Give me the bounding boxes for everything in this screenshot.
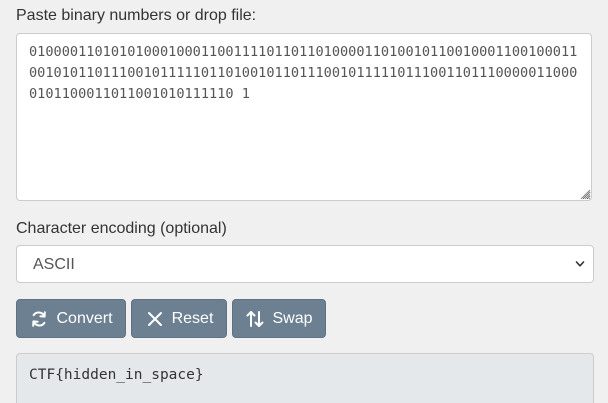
binary-input-label: Paste binary numbers or drop file: <box>16 7 257 24</box>
encoding-select[interactable]: ASCII <box>16 245 594 283</box>
reset-button[interactable]: Reset <box>131 299 227 338</box>
refresh-icon <box>29 309 49 329</box>
reset-button-label: Reset <box>171 309 214 327</box>
swap-button-label: Swap <box>272 309 313 327</box>
encoding-label: Character encoding (optional) <box>16 220 227 237</box>
convert-button-label: Convert <box>56 309 113 327</box>
swap-vertical-icon <box>245 309 265 329</box>
binary-converter: Paste binary numbers or drop file: 01000… <box>0 0 608 403</box>
swap-button[interactable]: Swap <box>232 299 326 338</box>
close-icon <box>145 309 165 329</box>
binary-input[interactable]: 0100001101010100010001100111101101101000… <box>16 33 592 201</box>
chevron-down-icon <box>575 261 585 267</box>
convert-button[interactable]: Convert <box>16 299 126 338</box>
output-text[interactable]: CTF{hidden_in_space} <box>16 353 594 403</box>
encoding-selected-value: ASCII <box>33 256 75 273</box>
